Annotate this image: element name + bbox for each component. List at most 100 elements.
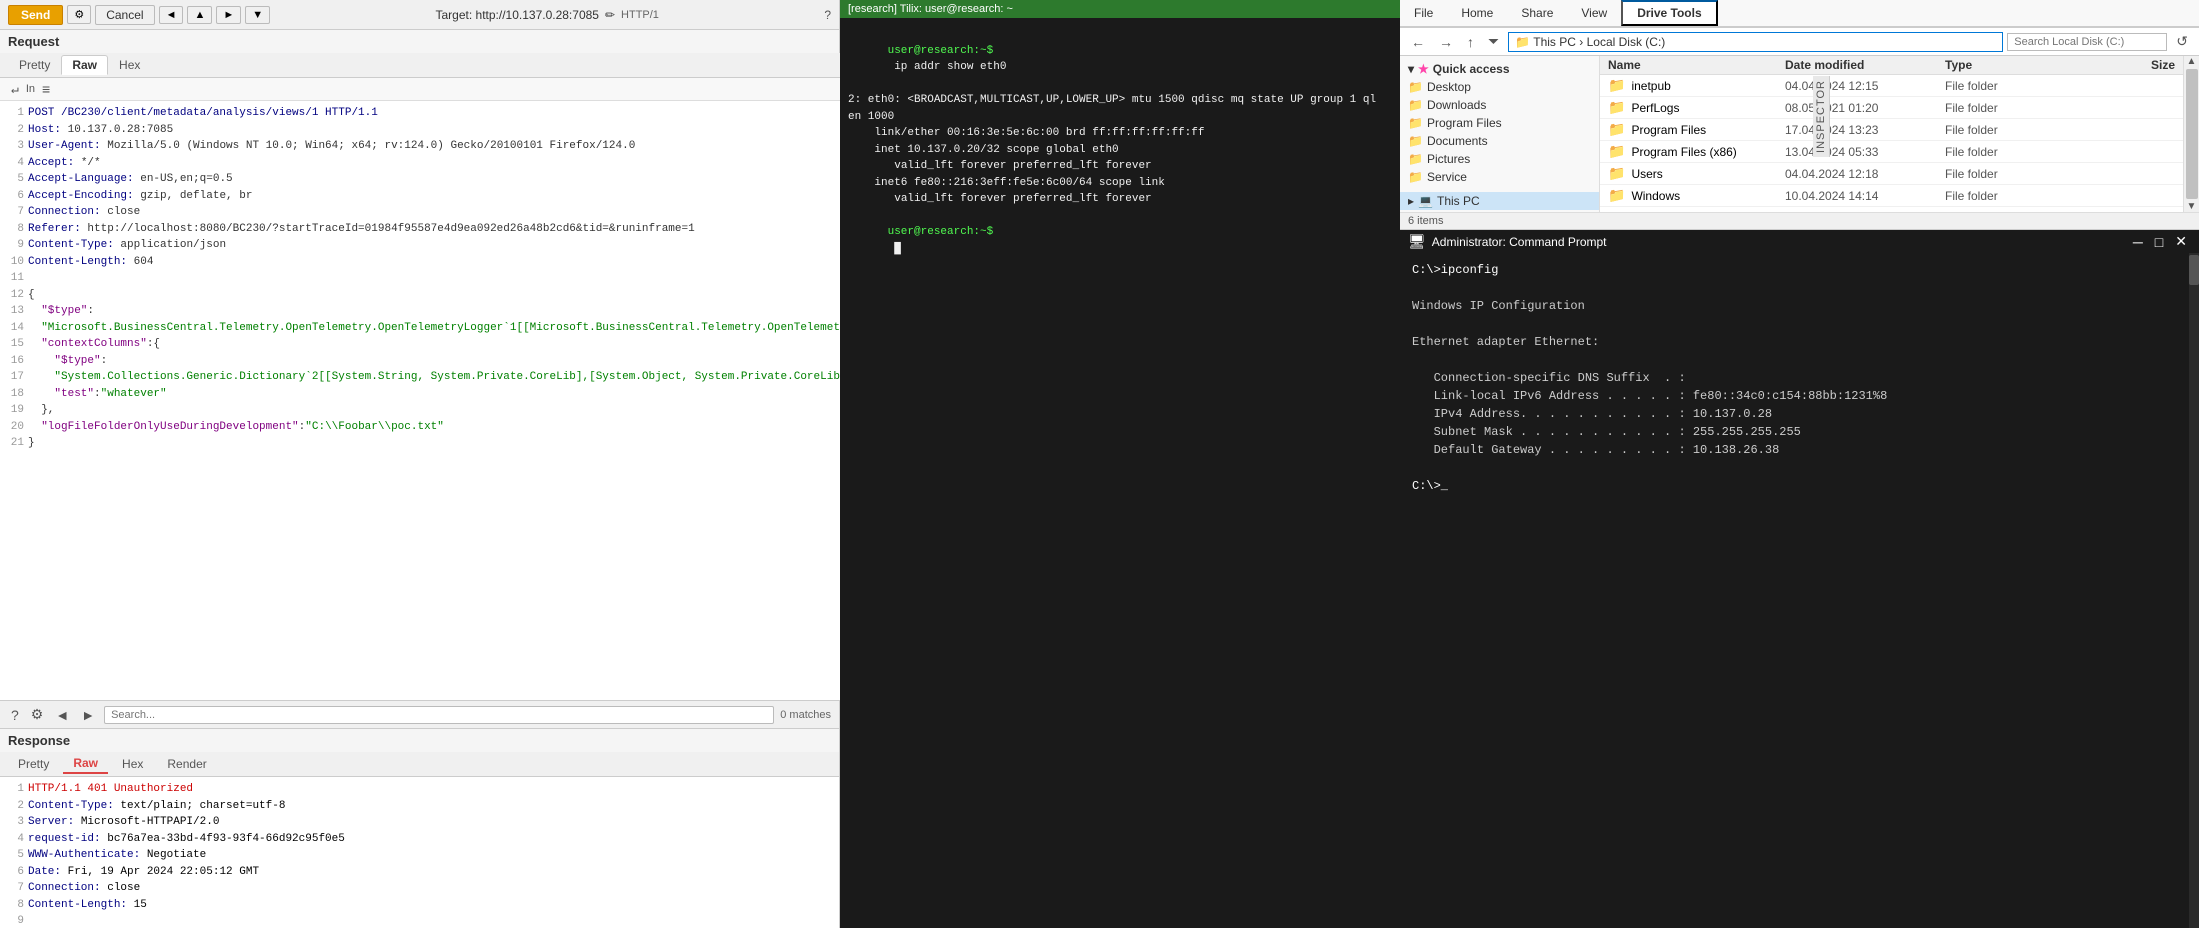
nav-back-button[interactable]: ◄ — [159, 6, 184, 24]
cmd-line-title: Windows IP Configuration — [1412, 297, 2177, 315]
sidebar-item-documents[interactable]: 📁 Documents — [1400, 132, 1599, 150]
nav-up-button[interactable]: ▲ — [187, 6, 212, 24]
col-header-name[interactable]: Name — [1608, 58, 1785, 72]
resp-line-3: 3 Server: Microsoft-HTTPAPI/2.0 — [8, 814, 831, 831]
file-row-inetpub[interactable]: 📁inetpub 04.04.2024 12:15 File folder — [1600, 75, 2183, 97]
tab-raw[interactable]: Raw — [61, 55, 108, 75]
search-back-icon[interactable]: ◄ — [52, 706, 72, 724]
close-button[interactable]: ✕ — [2171, 233, 2191, 250]
term-prompt-1: user@research:~$ — [888, 45, 994, 57]
help-icon[interactable]: ? — [824, 8, 831, 22]
search-settings-icon[interactable]: ⚙ — [28, 705, 47, 724]
terminal-title: [research] Tilix: user@research: ~ — [848, 3, 1013, 15]
term-line-5: valid_lft forever preferred_lft forever — [848, 158, 1392, 175]
term-line-7: valid_lft forever preferred_lft forever — [848, 191, 1392, 208]
cmd-content: C:\>ipconfig Windows IP Configuration Et… — [1400, 253, 2199, 928]
response-tab-hex[interactable]: Hex — [112, 755, 153, 773]
folder-icon: 📁 — [1608, 121, 1625, 138]
explorer-scrollbar[interactable]: ▲ ▼ — [2183, 56, 2199, 212]
nav-fwd-explorer-btn[interactable]: → — [1434, 32, 1458, 52]
explorer-search-input[interactable] — [2007, 33, 2167, 51]
file-row-program-files-x86[interactable]: 📁Program Files (x86) 13.04.2024 05:33 Fi… — [1600, 141, 2183, 163]
gear-settings-button[interactable]: ⚙ — [67, 5, 91, 24]
terminal-panel: [research] Tilix: user@research: ~ user@… — [840, 0, 1400, 928]
scroll-down-btn[interactable]: ▼ — [2187, 201, 2197, 212]
quick-access-label: Quick access — [1433, 62, 1510, 76]
resp-line-4: 4 request-id: bc76a7ea-33bd-4f93-93f4-66… — [8, 831, 831, 848]
maximize-button[interactable]: □ — [2151, 233, 2167, 250]
resp-line-9: 9 — [8, 913, 831, 928]
http-badge: HTTP/1 — [621, 9, 659, 21]
sidebar-item-this-pc[interactable]: ▸ 💻 This PC — [1400, 192, 1599, 210]
folder-icon: 📁 — [1408, 170, 1423, 184]
col-header-type[interactable]: Type — [1945, 58, 2075, 72]
nav-up-explorer-btn[interactable]: ↑ — [1462, 32, 1479, 52]
ribbon-tab-drive-tools[interactable]: Drive Tools — [1621, 0, 1717, 26]
ribbon-tab-view[interactable]: View — [1567, 2, 1621, 24]
sidebar-item-downloads[interactable]: 📁 Downloads — [1400, 96, 1599, 114]
sidebar-item-desktop[interactable]: 📁 Desktop — [1400, 78, 1599, 96]
nav-fwd-button[interactable]: ► — [216, 6, 241, 24]
folder-icon: 📁 — [1408, 80, 1423, 94]
response-tabs: Pretty Raw Hex Render — [0, 752, 839, 777]
resp-line-1: 1 HTTP/1.1 401 Unauthorized — [8, 781, 831, 798]
term-line-3: link/ether 00:16:3e:5e:6c:00 brd ff:ff:f… — [848, 125, 1392, 142]
file-row-perflogs[interactable]: 📁PerfLogs 08.05.2021 01:20 File folder — [1600, 97, 2183, 119]
wrap-icon[interactable]: ↵ — [8, 81, 22, 98]
search-input[interactable] — [104, 706, 774, 724]
menu-icon[interactable]: ≡ — [39, 80, 53, 98]
sidebar-item-service[interactable]: 📁 Service — [1400, 168, 1599, 186]
file-row-users[interactable]: 📁Users 04.04.2024 12:18 File folder — [1600, 163, 2183, 185]
star-icon: ★ — [1418, 62, 1429, 76]
response-label: Response — [0, 729, 839, 752]
resp-line-8: 8 Content-Length: 15 — [8, 897, 831, 914]
nav-back-explorer-btn[interactable]: ← — [1406, 32, 1430, 52]
file-row-windows[interactable]: 📁Windows 10.04.2024 14:14 File folder — [1600, 185, 2183, 207]
response-code-area[interactable]: 1 HTTP/1.1 401 Unauthorized 2 Content-Ty… — [0, 777, 839, 928]
search-fwd-icon[interactable]: ► — [78, 706, 98, 724]
sidebar-item-program-files[interactable]: 📁 Program Files — [1400, 114, 1599, 132]
quick-access-header[interactable]: ▾ ★ Quick access — [1400, 60, 1599, 78]
term-line-1: user@research:~$ ip addr show eth0 — [848, 26, 1392, 92]
terminal-body[interactable]: user@research:~$ ip addr show eth0 2: et… — [840, 18, 1400, 928]
target-bar: Target: http://10.137.0.28:7085 ✏ HTTP/1 — [274, 8, 820, 22]
file-list-header: Name Date modified Type Size — [1600, 56, 2183, 75]
ribbon-tab-share[interactable]: Share — [1507, 2, 1567, 24]
tab-pretty[interactable]: Pretty — [8, 55, 61, 75]
tab-hex[interactable]: Hex — [108, 55, 151, 75]
chevron-down-icon: ▾ — [1408, 62, 1414, 76]
ribbon: File Home Share View Drive Tools — [1400, 0, 2199, 28]
col-header-date[interactable]: Date modified — [1785, 58, 1945, 72]
ribbon-tab-home[interactable]: Home — [1447, 2, 1507, 24]
nav-menu-button[interactable]: ▼ — [245, 6, 270, 24]
term-line-2: 2: eth0: <BROADCAST,MULTICAST,UP,LOWER_U… — [848, 92, 1392, 109]
response-tab-pretty[interactable]: Pretty — [8, 755, 59, 773]
scroll-up-btn[interactable]: ▲ — [2187, 56, 2197, 67]
cmd-line-eth-header: Ethernet adapter Ethernet: — [1412, 333, 2177, 351]
cmd-line-blank2 — [1412, 315, 2177, 333]
refresh-btn[interactable]: ↺ — [2171, 31, 2193, 52]
address-bar: ← → ↑ ⏷ 📁 This PC › Local Disk (C:) ↺ — [1400, 28, 2199, 56]
address-path-text: 📁 This PC › Local Disk (C:) — [1515, 35, 1665, 49]
col-header-size[interactable]: Size — [2075, 58, 2175, 72]
cmd-body[interactable]: C:\>ipconfig Windows IP Configuration Et… — [1400, 253, 2189, 928]
folder-icon: 📁 — [1408, 98, 1423, 112]
cmd-scrollbar[interactable] — [2189, 253, 2199, 928]
minimize-button[interactable]: ─ — [2129, 233, 2147, 250]
search-help-icon[interactable]: ? — [8, 706, 22, 724]
chevron-right-icon: ▸ — [1408, 194, 1414, 208]
sidebar-item-pictures[interactable]: 📁 Pictures — [1400, 150, 1599, 168]
edit-icon[interactable]: ✏ — [605, 8, 615, 22]
file-row-program-files[interactable]: 📁Program Files 17.04.2024 13:23 File fol… — [1600, 119, 2183, 141]
cmd-controls: ─ □ ✕ — [2129, 233, 2191, 250]
send-button[interactable]: Send — [8, 5, 63, 25]
cancel-button[interactable]: Cancel — [95, 5, 154, 25]
ribbon-tab-file[interactable]: File — [1400, 2, 1447, 24]
response-tab-render[interactable]: Render — [157, 755, 216, 773]
cmd-icon: 🖥 — [1408, 233, 1426, 250]
term-line-6: inet6 fe80::216:3eff:fe5e:6c00/64 scope … — [848, 175, 1392, 192]
folder-icon: 📁 — [1408, 116, 1423, 130]
nav-recent-btn[interactable]: ⏷ — [1483, 31, 1504, 52]
response-tab-raw[interactable]: Raw — [63, 754, 108, 774]
address-path[interactable]: 📁 This PC › Local Disk (C:) — [1508, 32, 2003, 52]
